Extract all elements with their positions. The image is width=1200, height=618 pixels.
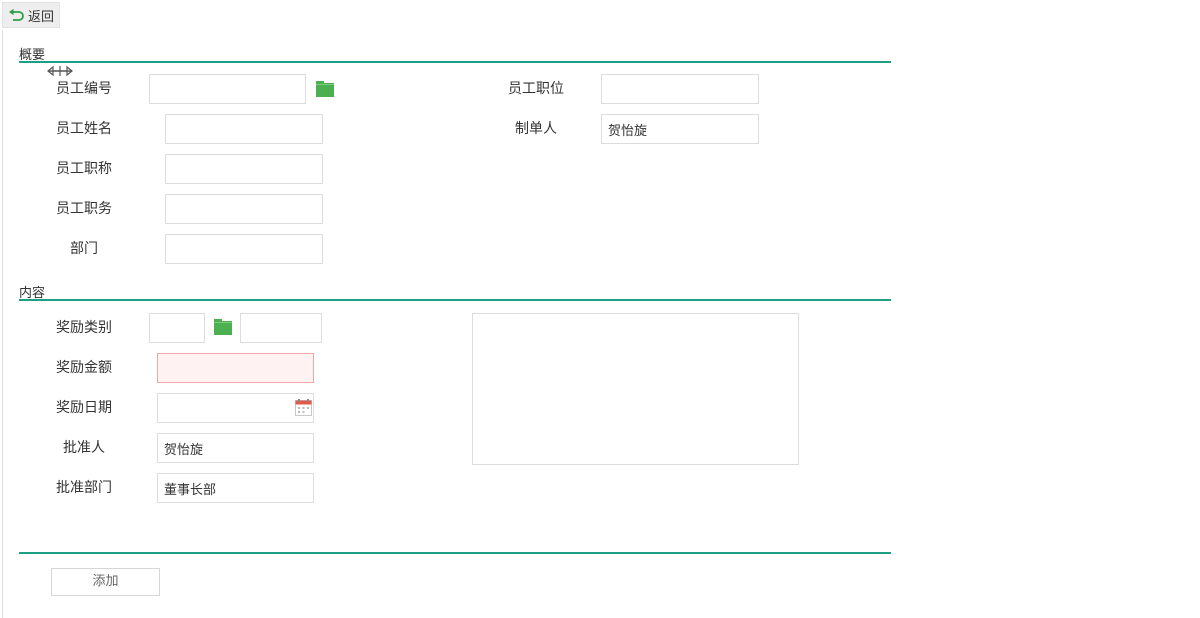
back-button[interactable]: 返回 — [2, 2, 60, 28]
back-arrow-icon — [8, 8, 24, 22]
department-label: 部门 — [70, 241, 98, 257]
reward-type-code-input[interactable] — [149, 313, 205, 343]
employee-no-label: 员工编号 — [56, 81, 112, 97]
approver-label: 批准人 — [63, 440, 105, 456]
reward-amount-input[interactable] — [157, 353, 314, 383]
approve-dept-input[interactable] — [157, 473, 314, 503]
employee-position-input[interactable] — [601, 74, 759, 104]
approve-dept-label: 批准部门 — [56, 480, 112, 496]
back-button-label: 返回 — [27, 9, 54, 25]
employee-duty-input[interactable] — [165, 194, 323, 224]
section-divider-overview — [19, 61, 891, 63]
department-input[interactable] — [165, 234, 323, 264]
reward-type-label: 奖励类别 — [56, 320, 112, 336]
employee-position-label: 员工职位 — [508, 81, 564, 97]
page: 返回 概要 员工编号 员工姓名 员工职称 员工职务 部门 员工职位 制单人 内容… — [0, 0, 1200, 618]
reward-date-input[interactable] — [157, 393, 314, 423]
creator-label: 制单人 — [515, 121, 557, 137]
calendar-icon[interactable] — [295, 399, 312, 416]
remarks-textarea[interactable] — [472, 313, 799, 465]
employee-name-label: 员工姓名 — [56, 121, 112, 137]
employee-duty-label: 员工职务 — [56, 201, 112, 217]
footer-divider — [19, 552, 891, 554]
left-divider — [2, 30, 3, 618]
folder-icon[interactable] — [214, 319, 232, 335]
reward-type-name-input[interactable] — [240, 313, 322, 343]
employee-name-input[interactable] — [165, 114, 323, 144]
creator-input[interactable] — [601, 114, 759, 144]
employee-title-label: 员工职称 — [56, 161, 112, 177]
reward-date-label: 奖励日期 — [56, 400, 112, 416]
employee-title-input[interactable] — [165, 154, 323, 184]
employee-no-input[interactable] — [149, 74, 306, 104]
approver-input[interactable] — [157, 433, 314, 463]
section-divider-content — [19, 299, 891, 301]
folder-icon[interactable] — [316, 81, 334, 97]
reward-amount-label: 奖励金额 — [56, 360, 112, 376]
add-button[interactable]: 添加 — [51, 568, 160, 596]
